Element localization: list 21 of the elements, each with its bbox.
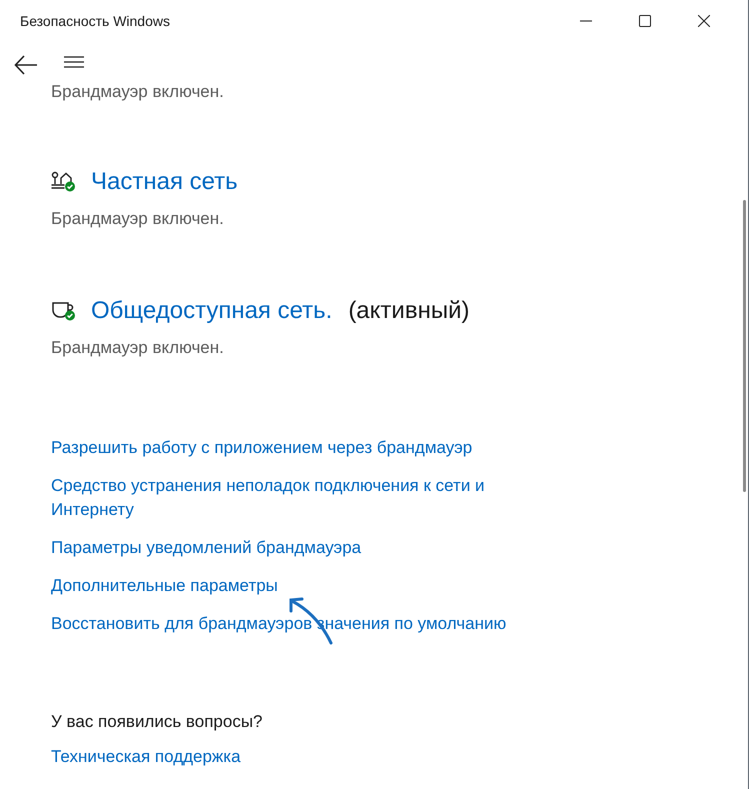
network-link[interactable]: Частная сеть	[91, 168, 238, 196]
home-network-icon	[51, 171, 77, 193]
public-network-icon	[51, 300, 77, 322]
support-link[interactable]: Техническая поддержка	[51, 747, 241, 766]
maximize-icon	[639, 15, 651, 27]
settings-link[interactable]: Дополнительные параметры	[51, 574, 278, 598]
firewall-status: Брандмауэр включен.	[51, 82, 225, 102]
menu-icon	[64, 55, 84, 69]
help-heading: У вас появились вопросы?	[51, 711, 264, 733]
firewall-status: Брандмауэр включен.	[51, 338, 225, 358]
close-icon	[698, 15, 710, 27]
active-label: (активный)	[348, 297, 470, 325]
back-arrow-icon	[14, 55, 38, 75]
minimize-icon	[580, 20, 592, 22]
settings-link[interactable]: Параметры уведомлений брандмауэра	[51, 536, 362, 560]
firewall-status: Брандмауэр включен.	[51, 209, 225, 229]
network-link[interactable]: Общедоступная сеть.	[91, 297, 332, 325]
settings-link[interactable]: Средство устранения неполадок подключения к сети и Интернету	[51, 474, 571, 522]
scrollbar[interactable]	[743, 200, 746, 492]
window-title: Безопасность Windows	[20, 13, 171, 29]
settings-link[interactable]: Разрешить работу с приложением через брандмауэр	[51, 436, 472, 460]
